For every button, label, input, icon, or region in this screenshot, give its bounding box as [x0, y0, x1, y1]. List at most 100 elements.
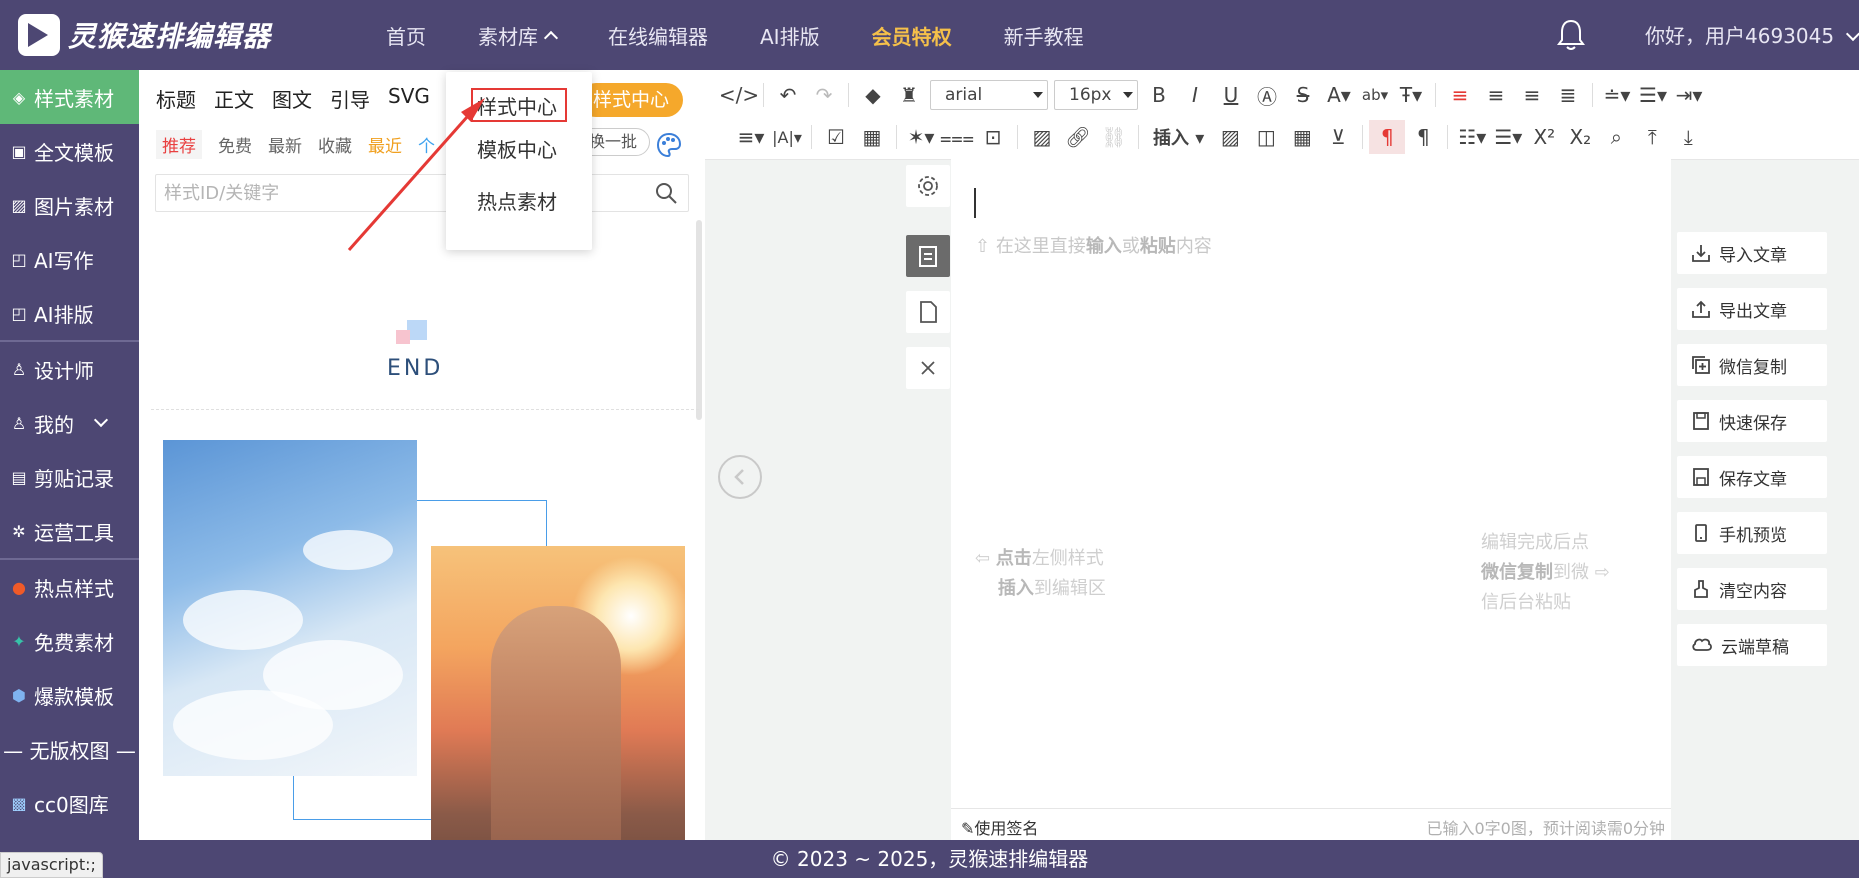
eraser-icon[interactable]: ◆	[855, 78, 891, 112]
strikethrough-icon[interactable]: S	[1285, 78, 1321, 112]
image-icon[interactable]: ▨	[1212, 120, 1248, 154]
search-icon[interactable]	[654, 181, 678, 205]
sidebar-item-ai-writing[interactable]: ◰ AI写作	[0, 232, 139, 286]
sidebar-item-label: 剪贴记录	[34, 466, 114, 491]
save-article-button[interactable]: 保存文章	[1677, 456, 1827, 498]
paragraph-icon[interactable]: ¶	[1405, 120, 1441, 154]
bold-icon[interactable]: B	[1141, 78, 1177, 112]
insert-dropdown[interactable]: 插入 ▾	[1145, 124, 1212, 150]
clear-content-button[interactable]: 清空内容	[1677, 568, 1827, 610]
wechat-copy-button[interactable]: 微信复制	[1677, 344, 1827, 386]
tab-body[interactable]: 正文	[214, 84, 254, 113]
align-right-icon[interactable]: ≡	[1514, 78, 1550, 112]
paste-icon[interactable]: ▦	[854, 120, 890, 154]
new-document-button[interactable]	[906, 291, 950, 333]
unordered-list-icon[interactable]: ☰▾	[1490, 120, 1526, 154]
logo-text: 灵猴速排编辑器	[68, 20, 272, 53]
paragraph-mark-icon[interactable]: ¶	[1369, 120, 1406, 154]
find-icon[interactable]: ⌕	[1598, 120, 1634, 154]
source-code-icon[interactable]: </>	[719, 78, 759, 112]
sidebar-item-hot-styles[interactable]: ● 热点样式	[0, 560, 139, 614]
sidebar-item-free-materials[interactable]: ✦ 免费素材	[0, 614, 139, 668]
sidebar-item-designer[interactable]: ♙ 设计师	[0, 342, 139, 396]
subscript-icon[interactable]: X₂	[1562, 120, 1598, 154]
text-transform-icon[interactable]: Ŧ▾	[1393, 78, 1429, 112]
align-center-icon[interactable]: ≡	[1478, 78, 1514, 112]
collapse-panel-button[interactable]	[718, 455, 762, 499]
filter-free[interactable]: 免费	[218, 132, 252, 157]
indent-icon[interactable]: ⇥▾	[1671, 78, 1707, 112]
divider-icon[interactable]: ⊻	[1320, 120, 1356, 154]
sidebar-item-hit-templates[interactable]: ⬢ 爆款模板	[0, 668, 139, 722]
toolbar-divider	[1435, 83, 1436, 107]
border-text-icon[interactable]: Ⓐ	[1249, 78, 1285, 112]
sidebar-item-clipboard[interactable]: ▤ 剪贴记录	[0, 450, 139, 504]
sidebar-item-mine[interactable]: ♙ 我的	[0, 396, 139, 450]
ordered-list-icon[interactable]: ☷▾	[1454, 120, 1490, 154]
clipboard-button[interactable]	[906, 235, 950, 277]
quick-save-button[interactable]: 快速保存	[1677, 400, 1827, 442]
settings-button[interactable]	[906, 165, 950, 207]
logo[interactable]: 灵猴速排编辑器	[18, 14, 271, 56]
close-button[interactable]	[906, 347, 950, 389]
bell-icon[interactable]	[1555, 18, 1587, 52]
sidebar-item-style-materials[interactable]: ◈ 样式素材	[0, 70, 139, 124]
sidebar-item-image-materials[interactable]: ▨ 图片素材	[0, 178, 139, 232]
nav-vip[interactable]: 会员特权	[846, 21, 978, 50]
link-icon[interactable]: 🔗︎	[1060, 120, 1096, 154]
underline-icon[interactable]: U	[1213, 78, 1249, 112]
chevron-up-icon	[543, 30, 559, 46]
sidebar-item-ops-tools[interactable]: ✲ 运营工具	[0, 504, 139, 558]
format-icon[interactable]: ⩶	[939, 120, 975, 154]
letter-spacing-icon[interactable]: |A|▾	[769, 120, 805, 154]
document-editor[interactable]: ⇧ 在这里直接输入或粘贴内容 ⇦ 点击左侧样式 插入到编辑区 编辑完成后点 微信复…	[951, 158, 1671, 840]
nav-home[interactable]: 首页	[360, 21, 452, 50]
image-gallery-icon[interactable]: ◫	[1248, 120, 1284, 154]
font-family-select[interactable]: arial	[930, 80, 1048, 110]
check-icon[interactable]: ☑	[818, 120, 854, 154]
sidebar-item-full-templates[interactable]: ▣ 全文模板	[0, 124, 139, 178]
text-box-icon[interactable]: ⊡	[975, 120, 1011, 154]
table-icon[interactable]: ▦	[1284, 120, 1320, 154]
background-pattern-icon[interactable]: ▨	[1024, 120, 1060, 154]
tab-image-text[interactable]: 图文	[272, 84, 312, 113]
sidebar-item-cc0[interactable]: ▩ cc0图库	[0, 776, 139, 830]
upload-icon[interactable]: ⤒	[1634, 120, 1670, 154]
undo-icon[interactable]: ↶	[770, 78, 806, 112]
style-card-photos[interactable]	[151, 420, 699, 878]
style-center-pill[interactable]: 样式中心	[579, 83, 684, 117]
align-left-icon[interactable]: ≡	[1442, 78, 1478, 112]
signature-label: 使用签名	[974, 819, 1039, 838]
vertical-align-icon[interactable]: ≡▾	[733, 120, 769, 154]
user-menu[interactable]: 你好，用户4693045	[1645, 20, 1859, 49]
font-size-select[interactable]: 16px	[1054, 80, 1138, 110]
nav-tutorial[interactable]: 新手教程	[978, 21, 1110, 50]
superscript-icon[interactable]: X²	[1526, 120, 1562, 154]
mobile-preview-button[interactable]: 手机预览	[1677, 512, 1827, 554]
italic-icon[interactable]: I	[1177, 78, 1213, 112]
highlight-icon[interactable]: ab▾	[1357, 78, 1393, 112]
signature-toggle[interactable]: ✎使用签名	[961, 815, 1038, 839]
format-brush-icon[interactable]: ♜	[891, 78, 927, 112]
redo-icon[interactable]: ↷	[806, 78, 842, 112]
cloud-drafts-button[interactable]: 云端草稿	[1677, 624, 1827, 666]
editor-hint-top: ⇧ 在这里直接输入或粘贴内容	[975, 236, 1212, 257]
sidebar-item-ai-layout[interactable]: ◰ AI排版	[0, 286, 139, 340]
paragraph-spacing-icon[interactable]: ☰▾	[1635, 78, 1671, 112]
nav-materials[interactable]: 素材库	[452, 21, 582, 50]
unlink-icon[interactable]: ⛓︎	[1096, 120, 1132, 154]
align-justify-icon[interactable]: ≣	[1550, 78, 1586, 112]
nav-ai-layout[interactable]: AI排版	[734, 21, 846, 50]
font-color-icon[interactable]: A▾	[1321, 78, 1357, 112]
action-label: 微信复制	[1719, 357, 1787, 378]
tab-title[interactable]: 标题	[156, 84, 196, 113]
magic-wand-icon[interactable]: ✶▾	[903, 120, 939, 154]
line-height-icon[interactable]: ≐▾	[1599, 78, 1635, 112]
download-icon[interactable]: ⤓	[1670, 120, 1706, 154]
filter-latest[interactable]: 最新	[268, 132, 302, 157]
filter-recommended[interactable]: 推荐	[156, 130, 202, 159]
export-article-button[interactable]: 导出文章	[1677, 288, 1827, 330]
import-article-button[interactable]: 导入文章	[1677, 232, 1827, 274]
palette-icon[interactable]	[656, 132, 682, 158]
nav-online-editor[interactable]: 在线编辑器	[582, 21, 734, 50]
